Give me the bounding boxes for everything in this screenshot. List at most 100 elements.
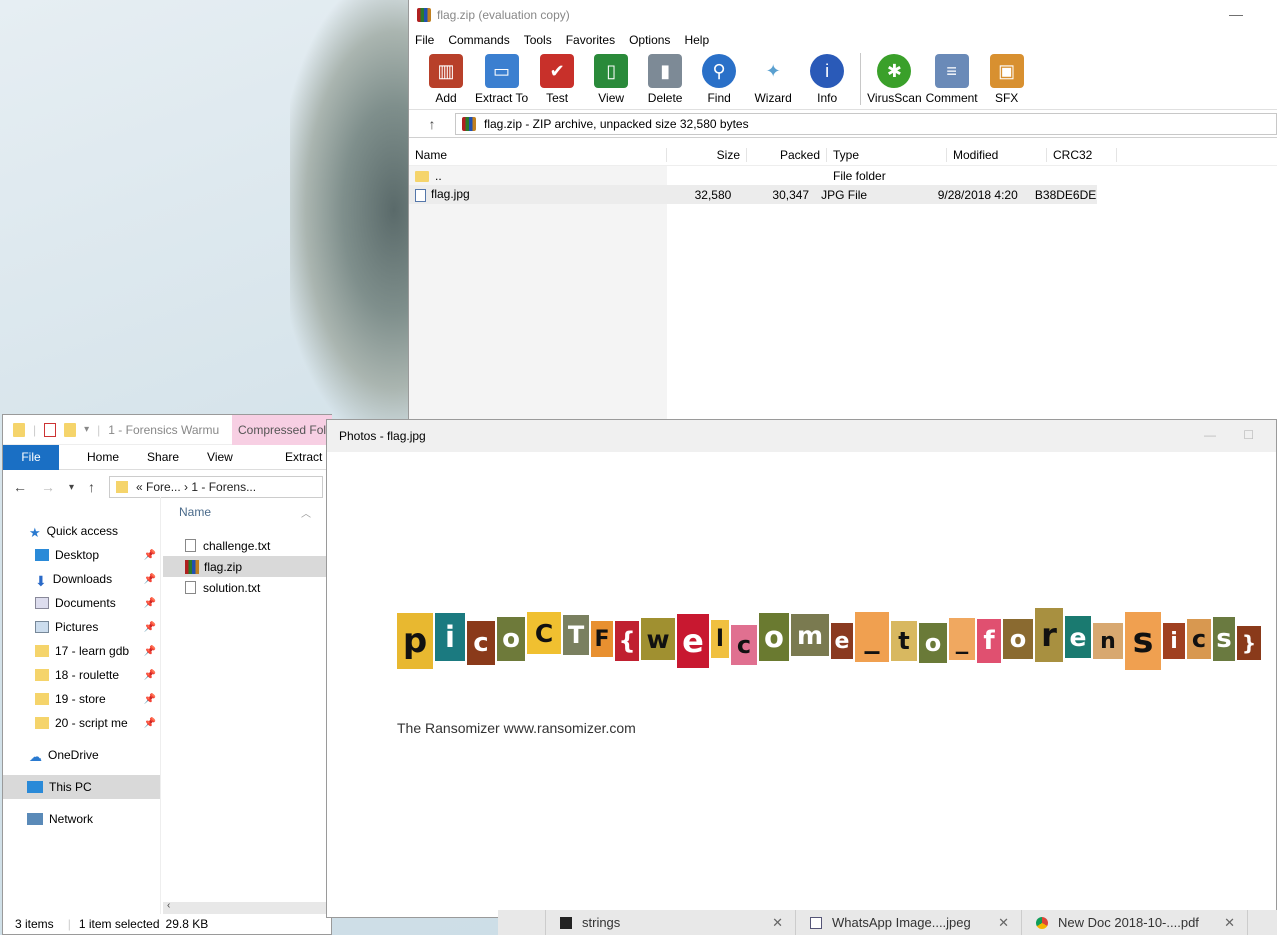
info-button[interactable]: i Info <box>802 54 852 105</box>
photos-titlebar[interactable]: Photos - flag.jpg — ☐ <box>327 420 1276 452</box>
extract-to-button[interactable]: ▭ Extract To <box>475 54 528 105</box>
sidebar-item-17-learn-gdb[interactable]: 17 - learn gdb 📌 <box>3 639 160 663</box>
delete-button[interactable]: ▮ Delete <box>640 54 690 105</box>
bug-icon: ✱ <box>877 54 912 88</box>
virusscan-button[interactable]: ✱ VirusScan <box>867 54 922 105</box>
pin-icon[interactable]: 📌 <box>144 550 156 561</box>
table-row[interactable]: flag.jpg 32,580 30,347 JPG File 9/28/201… <box>409 185 1097 204</box>
ransom-letter-0: p <box>397 613 433 669</box>
tab-share[interactable]: Share <box>147 450 179 464</box>
table-row[interactable]: .. File folder <box>409 166 1277 185</box>
menu-options[interactable]: Options <box>629 33 670 47</box>
close-icon[interactable]: ✕ <box>772 915 783 931</box>
list-item[interactable]: flag.zip <box>163 556 331 577</box>
taskbar-item-new-doc[interactable]: New Doc 2018-10-....pdf ✕ <box>1022 910 1248 935</box>
desktop-icon <box>35 549 49 561</box>
add-button[interactable]: ▥ Add <box>421 54 471 105</box>
pin-icon[interactable]: 📌 <box>144 670 156 681</box>
pin-icon[interactable]: 📌 <box>144 718 156 729</box>
find-button[interactable]: ⚲ Find <box>694 54 744 105</box>
ransom-letter-25: i <box>1163 623 1185 659</box>
tab-view[interactable]: View <box>207 450 233 464</box>
new-folder-icon[interactable] <box>64 422 77 437</box>
column-header-name[interactable]: Name ︿ <box>163 497 331 527</box>
col-crc32[interactable]: CRC32 <box>1047 147 1117 162</box>
sidebar-item-documents[interactable]: Documents 📌 <box>3 591 160 615</box>
tab-file[interactable]: File <box>3 444 59 470</box>
folder-icon[interactable] <box>13 422 25 437</box>
horizontal-scrollbar[interactable]: ‹ <box>163 900 331 914</box>
sort-up-icon: ︿ <box>301 508 311 520</box>
view-button[interactable]: ▯ View <box>586 54 636 105</box>
address-bar[interactable]: « Fore... › 1 - Forens... <box>109 476 323 498</box>
scroll-left-icon[interactable]: ‹ <box>167 900 170 911</box>
tab-extract[interactable]: Extract <box>285 450 322 464</box>
terminal-icon <box>560 916 572 929</box>
cloud-icon: ☁ <box>29 749 42 764</box>
sidebar-item-20-script-me[interactable]: 20 - script me 📌 <box>3 711 160 735</box>
forward-arrow-icon[interactable]: → <box>41 479 55 495</box>
sidebar-item-18-roulette[interactable]: 18 - roulette 📌 <box>3 663 160 687</box>
sfx-button[interactable]: ▣ SFX <box>982 54 1032 105</box>
menu-file[interactable]: File <box>415 33 434 47</box>
ransom-letter-20: o <box>1003 619 1033 659</box>
close-icon[interactable]: ✕ <box>1224 915 1235 931</box>
properties-icon[interactable] <box>44 422 57 437</box>
sidebar-item-pictures[interactable]: Pictures 📌 <box>3 615 160 639</box>
back-arrow-icon[interactable]: ← <box>13 479 27 495</box>
col-packed[interactable]: Packed <box>747 147 827 162</box>
pin-icon[interactable]: 📌 <box>144 646 156 657</box>
comment-button[interactable]: ≡ Comment <box>926 54 978 105</box>
winrar-titlebar[interactable]: flag.zip (evaluation copy) — <box>409 0 1277 30</box>
maximize-button[interactable]: ☐ <box>1243 428 1254 442</box>
row-crc: B38DE6DE <box>1034 187 1097 202</box>
sidebar-item-downloads[interactable]: ⬇ Downloads 📌 <box>3 567 160 591</box>
chevron-down-icon[interactable]: ▾ <box>84 424 89 435</box>
ransom-letter-14: e <box>831 623 853 659</box>
sidebar-item-this-pc[interactable]: This PC <box>3 775 160 799</box>
menu-favorites[interactable]: Favorites <box>566 33 615 47</box>
menu-tools[interactable]: Tools <box>524 33 552 47</box>
close-icon[interactable]: ✕ <box>998 915 1009 931</box>
menu-commands[interactable]: Commands <box>448 33 509 47</box>
minimize-button[interactable]: — <box>1229 6 1243 22</box>
pin-icon[interactable]: 📌 <box>144 598 156 609</box>
col-size[interactable]: Size <box>667 147 747 162</box>
recent-chevron-icon[interactable]: ▾ <box>69 482 74 493</box>
archive-path-field[interactable]: flag.zip - ZIP archive, unpacked size 32… <box>455 112 1277 135</box>
image-file-icon <box>415 188 426 202</box>
pin-icon[interactable]: 📌 <box>144 622 156 633</box>
col-name[interactable]: Name <box>409 147 667 162</box>
winrar-app-icon <box>417 8 431 22</box>
list-item[interactable]: challenge.txt <box>163 535 331 556</box>
pin-icon[interactable]: 📌 <box>144 574 156 585</box>
list-item[interactable]: solution.txt <box>163 577 331 598</box>
wand-icon: ✦ <box>756 54 791 88</box>
pin-icon[interactable]: 📌 <box>144 694 156 705</box>
sidebar-item-network[interactable]: Network <box>3 807 160 831</box>
sidebar-item-quick-access[interactable]: ★ Quick access <box>3 519 160 543</box>
folder-icon <box>35 645 49 657</box>
ransom-letter-1: i <box>435 613 465 661</box>
row-name: .. <box>435 168 442 183</box>
sidebar-item-desktop[interactable]: Desktop 📌 <box>3 543 160 567</box>
test-button[interactable]: ✔ Test <box>532 54 582 105</box>
archive-icon <box>462 116 476 131</box>
status-size: 29.8 KB <box>165 917 209 931</box>
sidebar-item-onedrive[interactable]: ☁ OneDrive <box>3 743 160 767</box>
test-clipboard-icon: ✔ <box>540 54 575 88</box>
ransom-letter-8: w <box>641 618 675 660</box>
menu-help[interactable]: Help <box>684 33 709 47</box>
up-arrow-icon[interactable]: ↑ <box>409 116 455 132</box>
taskbar-item-strings[interactable]: strings ✕ <box>546 910 796 935</box>
col-modified[interactable]: Modified <box>947 147 1047 162</box>
sidebar-item-19-store[interactable]: 19 - store 📌 <box>3 687 160 711</box>
wizard-button[interactable]: ✦ Wizard <box>748 54 798 105</box>
minimize-button[interactable]: — <box>1204 428 1216 442</box>
col-type[interactable]: Type <box>827 147 947 162</box>
taskbar-item-whatsapp[interactable]: WhatsApp Image....jpeg ✕ <box>796 910 1022 935</box>
task-view-icon[interactable] <box>498 910 546 935</box>
tab-home[interactable]: Home <box>87 450 119 464</box>
up-arrow-icon[interactable]: ↑ <box>88 479 95 495</box>
compressed-folder-tools-tab[interactable]: Compressed Folde <box>232 415 332 445</box>
